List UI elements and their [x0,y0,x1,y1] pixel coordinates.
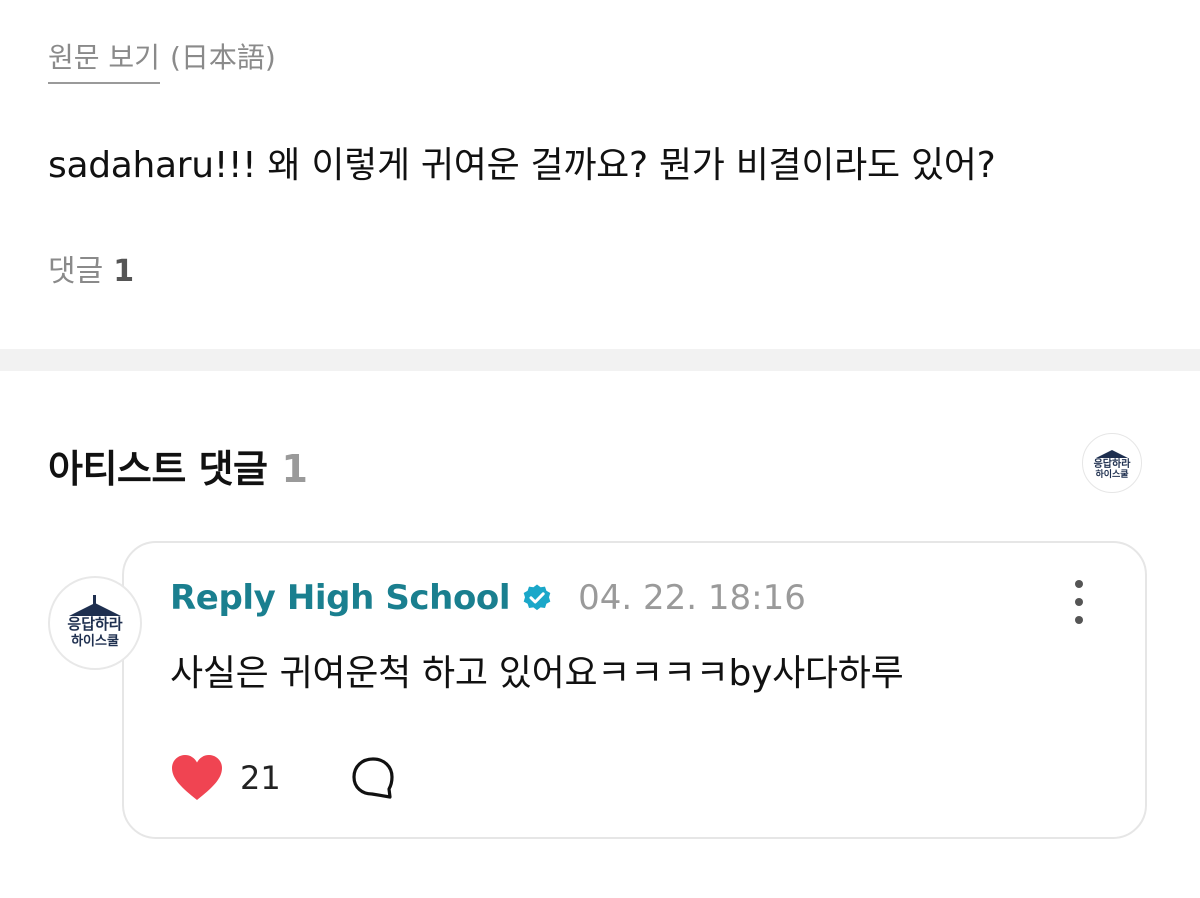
more-dot [1075,598,1083,606]
like-count: 21 [240,759,281,797]
original-language-label: (日本語) [169,41,276,74]
comments-count-button[interactable]: 댓글 1 [48,246,134,290]
heart-icon [172,755,222,800]
section-divider [0,349,1200,371]
logo-line2: 하이스쿨 [71,633,119,649]
artist-comments-header: 아티스트 댓글 1 [48,438,308,493]
reply-high-school-logo-icon: 응답하라 하이스쿨 [1094,450,1132,480]
comments-count: 1 [113,254,135,289]
logo-line1: 응답하라 [67,615,122,633]
reply-timestamp: 04. 22. 18:16 [578,578,806,618]
comments-label: 댓글 [48,254,104,289]
more-dot [1075,580,1083,588]
verified-badge-icon [523,584,551,611]
reply-author-name[interactable]: Reply High School [170,578,511,618]
logo-line1: 응답하라 [1094,457,1132,470]
more-dot [1075,616,1083,624]
reply-header: Reply High School 04. 22. 18:16 [170,578,806,618]
view-original-link[interactable]: 원문 보기 [48,36,160,84]
artist-comments-title: 아티스트 댓글 [48,447,268,491]
reply-high-school-logo-icon: 응답하라 하이스쿨 [67,595,123,649]
translate-toggle: 원문 보기 (日本語) [48,36,276,84]
speech-bubble-icon[interactable] [350,756,396,802]
logo-line2: 하이스쿨 [1095,468,1128,480]
reply-author-avatar[interactable]: 응답하라 하이스쿨 [48,576,142,670]
post-text: sadaharu!!! 왜 이렇게 귀여운 걸까요? 뭔가 비결이라도 있어? [48,145,996,186]
reply-text: 사실은 귀여운척 하고 있어요ㅋㅋㅋㅋby사다하루 [170,653,904,694]
like-button[interactable]: 21 [170,754,281,802]
artist-avatar-small[interactable]: 응답하라 하이스쿨 [1082,433,1142,493]
artist-comments-count: 1 [281,447,308,491]
more-options-icon[interactable] [1064,580,1094,624]
